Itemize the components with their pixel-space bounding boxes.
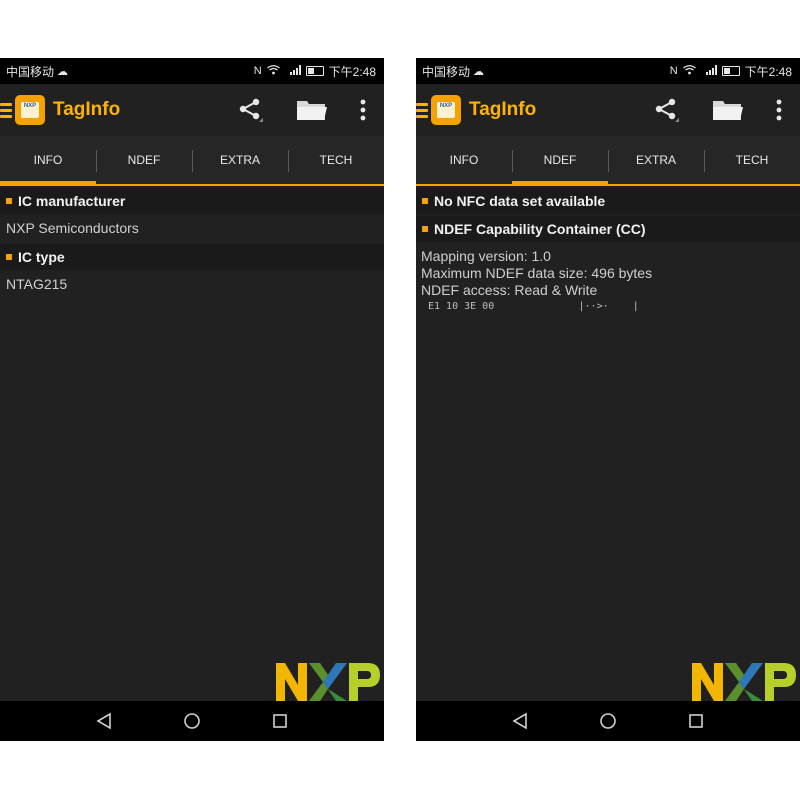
cc-details: Mapping version: 1.0 Maximum NDEF data s… [416, 242, 800, 299]
app-bar: NXP TagInfo [0, 84, 384, 136]
home-icon[interactable] [177, 706, 207, 736]
bullet-icon [6, 254, 12, 260]
tab-extra[interactable]: EXTRA [192, 136, 288, 184]
back-icon[interactable] [89, 706, 119, 736]
carrier-name: 中国移动 [6, 64, 55, 79]
section-header: IC manufacturer [0, 188, 384, 214]
signal-icon [285, 64, 301, 78]
folder-icon[interactable] [292, 84, 332, 136]
bullet-icon [422, 226, 428, 232]
cloud-icon: ☁ [473, 65, 485, 78]
tab-ndef[interactable]: NDEF [512, 136, 608, 186]
section-header: IC type [0, 244, 384, 270]
more-options-icon[interactable] [764, 84, 794, 136]
tab-bar: INFO NDEF EXTRA TECH [0, 136, 384, 186]
menu-icon[interactable] [0, 102, 12, 118]
back-icon[interactable] [505, 706, 535, 736]
app-title: TagInfo [469, 99, 537, 120]
navigation-bar [0, 701, 384, 741]
nxp-logo [692, 663, 796, 701]
ic-type-value: NTAG215 [6, 276, 68, 292]
tab-tech[interactable]: TECH [704, 136, 800, 184]
status-bar: 中国移动 ☁ N 下午2:48 [0, 58, 384, 84]
section-header: NDEF Capability Container (CC) [416, 216, 800, 242]
cc-hex-dump: E1 10 3E 00 |··>· | [428, 301, 639, 312]
phone-screen-ndef: 中国移动 ☁ N 下午2:48 NXP TagInfo INFO NDEF EX… [416, 58, 800, 741]
app-bar: NXP TagInfo [416, 84, 800, 136]
app-logo-icon: NXP [15, 95, 45, 125]
nfc-icon: N [253, 65, 262, 77]
tab-info[interactable]: INFO [416, 136, 512, 184]
tab-tech[interactable]: TECH [288, 136, 384, 184]
app-title: TagInfo [53, 99, 121, 120]
wifi-icon [266, 64, 280, 78]
ndef-content: No NFC data set available NDEF Capabilit… [416, 188, 800, 312]
battery-icon [721, 66, 740, 76]
bullet-icon [6, 198, 12, 204]
recents-icon[interactable] [265, 706, 295, 736]
phone-screen-info: 中国移动 ☁ N 下午2:48 NXP TagInfo INFO NDEF EX… [0, 58, 384, 741]
status-time: 下午2:48 [328, 64, 376, 79]
bullet-icon [422, 198, 428, 204]
mapping-version: Mapping version: 1.0 [421, 248, 551, 264]
folder-icon[interactable] [708, 84, 748, 136]
nxp-logo [276, 663, 380, 701]
ic-manufacturer-value: NXP Semiconductors [6, 220, 139, 236]
share-icon[interactable] [646, 84, 686, 136]
status-time: 下午2:48 [744, 64, 792, 79]
share-icon[interactable] [230, 84, 270, 136]
nfc-icon: N [669, 65, 678, 77]
info-content: IC manufacturer NXP Semiconductors IC ty… [0, 188, 384, 299]
cloud-icon: ☁ [57, 65, 69, 78]
app-logo-icon: NXP [431, 95, 461, 125]
more-options-icon[interactable] [348, 84, 378, 136]
navigation-bar [416, 701, 800, 741]
signal-icon [701, 64, 717, 78]
tab-extra[interactable]: EXTRA [608, 136, 704, 184]
tab-info[interactable]: INFO [0, 136, 96, 186]
status-bar: 中国移动 ☁ N 下午2:48 [416, 58, 800, 84]
wifi-icon [682, 64, 696, 78]
home-icon[interactable] [593, 706, 623, 736]
tab-bar: INFO NDEF EXTRA TECH [416, 136, 800, 186]
max-ndef-size: Maximum NDEF data size: 496 bytes [421, 265, 653, 281]
ndef-access: NDEF access: Read & Write [421, 282, 598, 298]
carrier-name: 中国移动 [422, 64, 471, 79]
section-header: No NFC data set available [416, 188, 800, 214]
tab-ndef[interactable]: NDEF [96, 136, 192, 184]
menu-icon[interactable] [416, 102, 428, 118]
battery-icon [305, 66, 324, 76]
recents-icon[interactable] [681, 706, 711, 736]
